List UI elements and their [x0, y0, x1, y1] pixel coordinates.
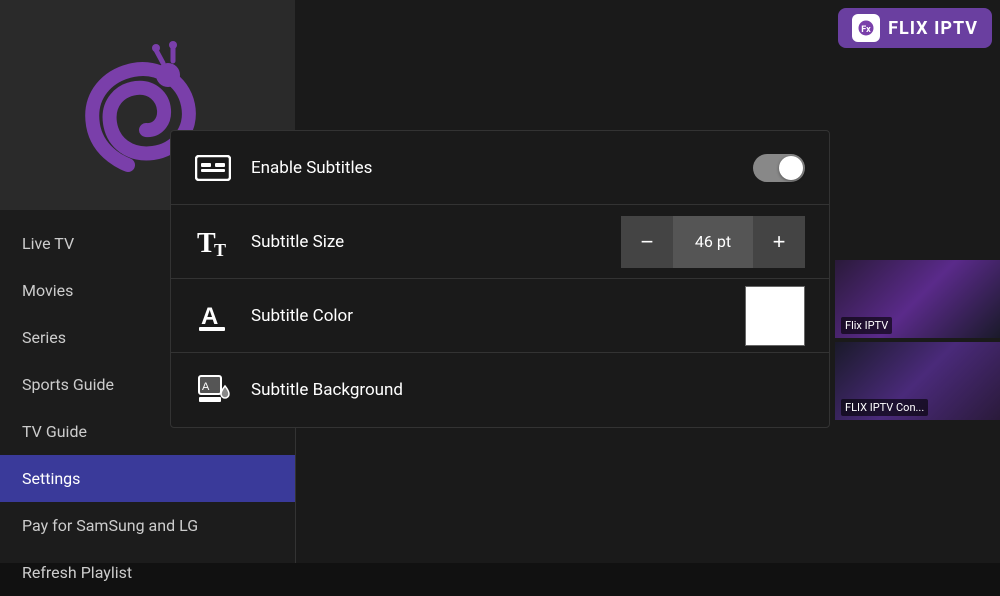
- svg-text:A: A: [201, 303, 218, 330]
- logo-badge: Fx FLIX IPTV: [838, 8, 992, 48]
- subtitle-color-row: A Subtitle Color: [171, 279, 829, 353]
- decrease-size-button[interactable]: −: [621, 216, 673, 268]
- size-controls: − 46 pt +: [621, 216, 805, 268]
- thumbnail-2[interactable]: FLIX IPTV Con...: [835, 342, 1000, 420]
- logo-text: FLIX IPTV: [888, 18, 978, 39]
- subtitle-background-row: A Subtitle Background: [171, 353, 829, 427]
- thumbnail-1-label: Flix IPTV: [841, 317, 892, 334]
- sidebar-item-refresh-playlist[interactable]: Refresh Playlist: [0, 549, 295, 596]
- text-size-icon: T T: [195, 224, 231, 260]
- thumbnails-area: Flix IPTV FLIX IPTV Con...: [835, 260, 1000, 425]
- subtitle-size-label: Subtitle Size: [251, 232, 621, 252]
- subtitle-color-label: Subtitle Color: [251, 306, 745, 326]
- bg-fill-icon: A: [195, 372, 231, 408]
- cc-icon: [195, 150, 231, 186]
- svg-text:T: T: [214, 240, 226, 260]
- svg-text:Fx: Fx: [861, 25, 871, 35]
- enable-subtitles-row: Enable Subtitles: [171, 131, 829, 205]
- enable-subtitles-label: Enable Subtitles: [251, 158, 753, 178]
- size-value: 46 pt: [673, 216, 753, 268]
- sidebar-item-pay[interactable]: Pay for SamSung and LG: [0, 502, 295, 549]
- increase-size-button[interactable]: +: [753, 216, 805, 268]
- thumbnail-1[interactable]: Flix IPTV: [835, 260, 1000, 338]
- subtitle-settings-modal: Enable Subtitles T T Subtitle Size − 46 …: [170, 130, 830, 428]
- svg-text:A: A: [202, 381, 210, 393]
- sidebar-item-settings[interactable]: Settings: [0, 455, 295, 502]
- a-color-icon: A: [195, 298, 231, 334]
- enable-subtitles-toggle[interactable]: [753, 154, 805, 182]
- flix-icon: Fx: [852, 14, 880, 42]
- thumbnail-2-label: FLIX IPTV Con...: [841, 399, 928, 416]
- color-swatch[interactable]: [745, 286, 805, 346]
- subtitle-background-label: Subtitle Background: [251, 380, 805, 400]
- toggle-knob: [779, 156, 803, 180]
- subtitle-size-row: T T Subtitle Size − 46 pt +: [171, 205, 829, 279]
